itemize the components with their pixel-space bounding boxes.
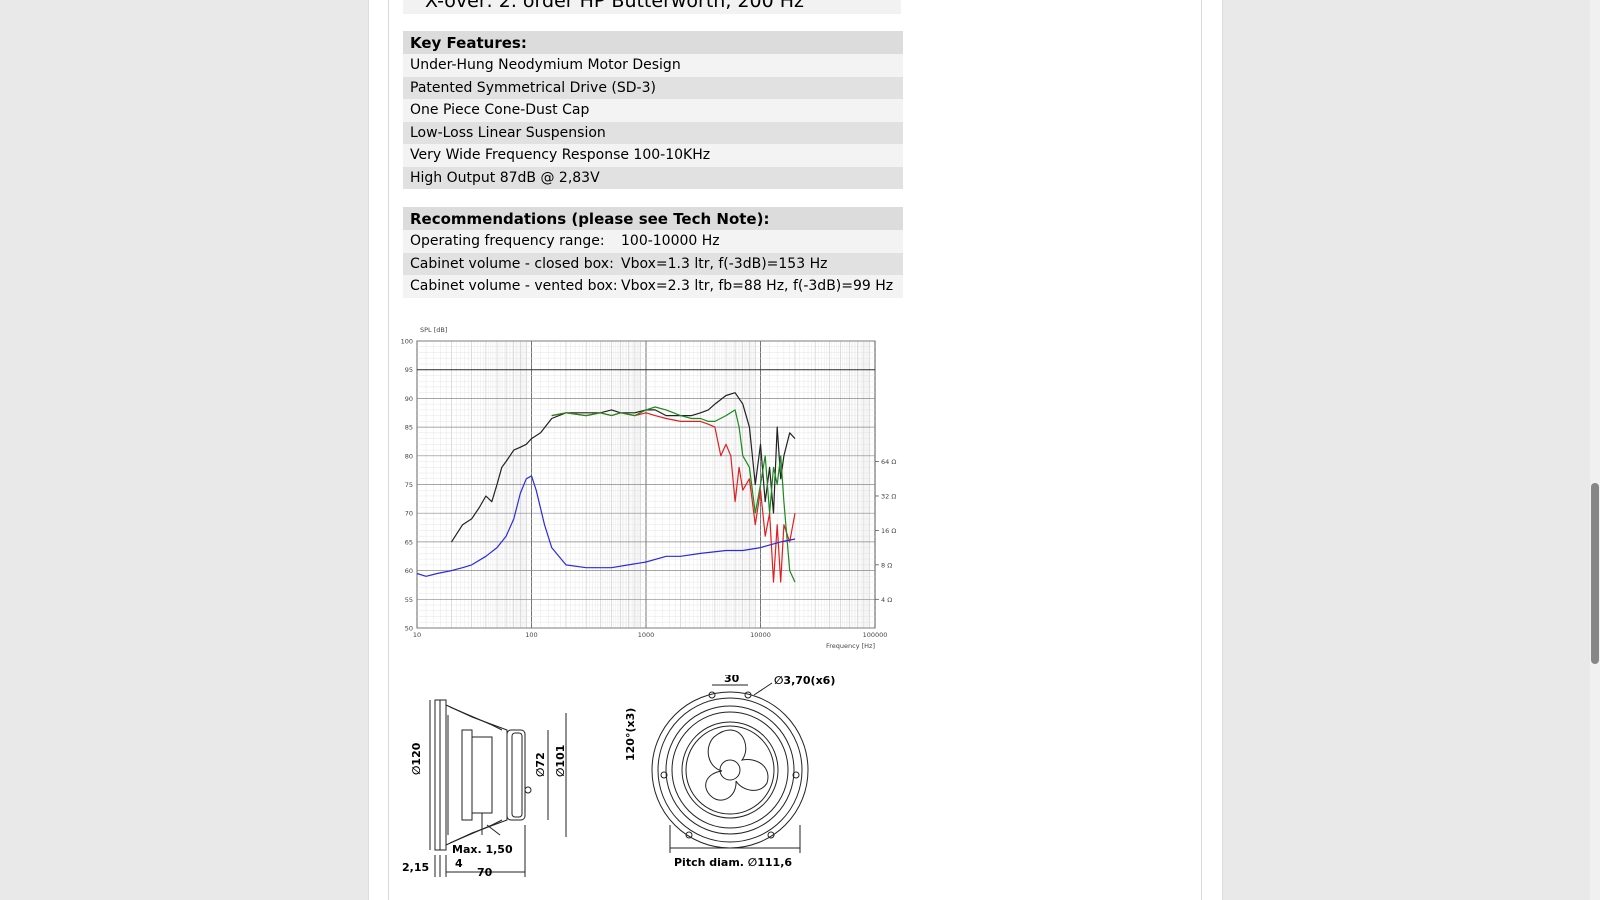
- y-axis-label: SPL [dB]: [420, 326, 447, 334]
- recommendation-label: Cabinet volume - closed box:: [410, 255, 614, 272]
- y2-tick-label: 4 Ω: [881, 596, 892, 604]
- dim-label: ∅101: [554, 745, 567, 777]
- crossover-row: X-over: 2. order HP Butterworth, 200 Hz: [403, 0, 901, 14]
- y-tick-label: 80: [405, 452, 413, 460]
- scrollbar-thumb[interactable]: [1591, 483, 1599, 664]
- recommendation-value: Vbox=1.3 ltr, f(-3dB)=153 Hz: [621, 255, 828, 272]
- dim-label: 120°(x3): [624, 708, 637, 761]
- dim-label: ∅3,70(x6): [774, 675, 835, 687]
- front-view-drawing: [651, 682, 809, 853]
- feature-item: Very Wide Frequency Response 100-10KHz: [403, 144, 903, 167]
- side-view-labels: ∅120 ∅72 ∅101 Max. 1,50 4 2,15 70: [402, 742, 567, 879]
- y-tick-label: 95: [405, 366, 413, 374]
- dim-label: ∅120: [410, 742, 423, 775]
- y-tick-label: 55: [405, 596, 413, 604]
- frequency-response-chart: 50 55 60 65 70 75 80 85 90 95 100 10 100 1000 10000 100…: [401, 320, 901, 664]
- y2-tick-label: 64 Ω: [881, 458, 896, 466]
- chart-svg: 50 55 60 65 70 75 80 85 90 95 100 10 100 1000 10000 100…: [401, 326, 897, 650]
- crossover-text: X-over: 2. order HP Butterworth, 200 Hz: [425, 0, 804, 12]
- x-tick-label: 10: [413, 631, 421, 639]
- dim-label: 2,15: [402, 861, 429, 874]
- recommendations-table: Recommendations (please see Tech Note): …: [403, 207, 903, 298]
- recommendation-row: Cabinet volume - vented box: Vbox=2.3 lt…: [403, 275, 903, 298]
- y-tick-label: 60: [405, 567, 413, 575]
- recommendation-row: Operating frequency range: 100-10000 Hz: [403, 230, 903, 253]
- drawing-svg: ∅120 ∅72 ∅101 Max. 1,50 4 2,15 70 30 ∅3,…: [402, 672, 835, 879]
- y-tick-label: 100: [401, 338, 413, 346]
- y-tick-label: 65: [405, 538, 413, 546]
- y-tick-label: 85: [405, 424, 413, 432]
- recommendations-heading: Recommendations (please see Tech Note):: [403, 207, 903, 230]
- x-axis-label: Frequency [Hz]: [826, 642, 875, 650]
- recommendation-value: 100-10000 Hz: [621, 233, 720, 249]
- recommendation-label: Operating frequency range:: [410, 233, 605, 249]
- y-tick-label: 90: [405, 395, 413, 403]
- scrollbar-track[interactable]: [1590, 0, 1600, 900]
- feature-item: High Output 87dB @ 2,83V: [403, 166, 903, 189]
- x-tick-label: 100000: [863, 631, 888, 639]
- feature-item: One Piece Cone-Dust Cap: [403, 99, 903, 122]
- y-tick-label: 70: [405, 510, 413, 518]
- x-tick-label: 1000: [638, 631, 655, 639]
- feature-item: Under-Hung Neodymium Motor Design: [403, 54, 903, 77]
- front-view-labels: 30 ∅3,70(x6) 120°(x3) Pitch diam. ∅111,6: [624, 672, 835, 869]
- y2-tick-label: 32 Ω: [881, 492, 896, 500]
- dim-label: Max. 1,50: [452, 843, 513, 856]
- mechanical-drawings: ∅120 ∅72 ∅101 Max. 1,50 4 2,15 70 30 ∅3,…: [402, 672, 842, 889]
- recommendation-label: Cabinet volume - vented box:: [410, 278, 618, 294]
- key-features-table: Key Features: Under-Hung Neodymium Motor…: [403, 31, 903, 189]
- dim-label: ∅72: [534, 752, 547, 777]
- dim-label: Pitch diam. ∅111,6: [674, 856, 792, 869]
- x-tick-label: 10000: [750, 631, 771, 639]
- feature-item: Patented Symmetrical Drive (SD-3): [403, 76, 903, 99]
- dim-label: 4: [455, 857, 463, 870]
- key-features-heading: Key Features:: [403, 31, 903, 54]
- recommendation-value: Vbox=2.3 ltr, fb=88 Hz, f(-3dB)=99 Hz: [621, 278, 894, 294]
- feature-item: Low-Loss Linear Suspension: [403, 121, 903, 144]
- recommendation-row: Cabinet volume - closed box: Vbox=1.3 lt…: [403, 252, 903, 275]
- y2-tick-label: 8 Ω: [881, 561, 892, 569]
- dim-label: 30: [724, 675, 740, 685]
- y-tick-label: 75: [405, 481, 413, 489]
- y-tick-label: 50: [405, 625, 413, 633]
- y2-tick-label: 16 Ω: [881, 527, 896, 535]
- dim-label: 70: [477, 866, 493, 879]
- x-tick-label: 100: [525, 631, 537, 639]
- chart-grid: [416, 340, 876, 629]
